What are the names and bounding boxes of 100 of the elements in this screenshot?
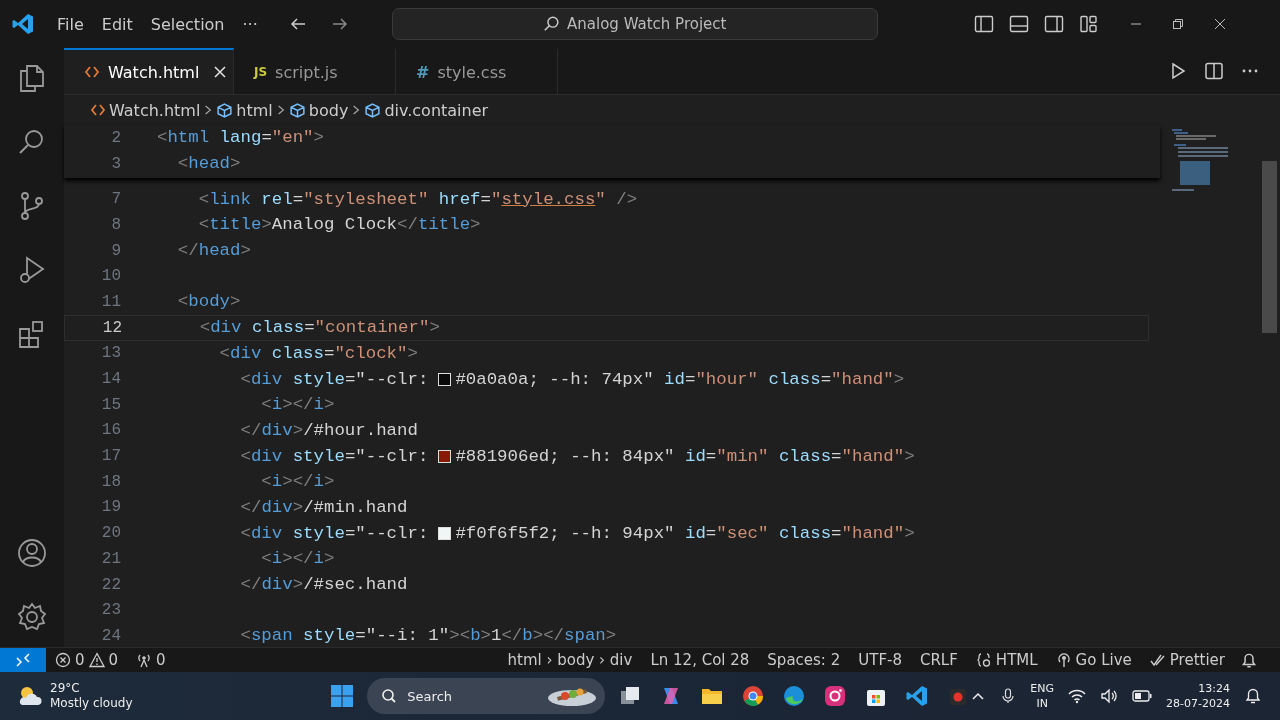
battery-icon[interactable]: [1132, 690, 1153, 702]
code-text: <i></i>: [260, 472, 335, 492]
status-item[interactable]: CRLF: [910, 651, 967, 669]
edge-icon[interactable]: [782, 684, 807, 708]
status-item[interactable]: UTF-8: [849, 651, 911, 669]
wifi-icon[interactable]: [1068, 688, 1087, 704]
scrollbar[interactable]: [1262, 161, 1277, 333]
instagram-icon[interactable]: [823, 684, 848, 708]
chevron-icon: [204, 103, 213, 117]
line-number: 21: [100, 549, 121, 568]
line-number: 23: [100, 601, 121, 620]
line-number: 24: [100, 626, 121, 645]
line-number: 9: [110, 241, 121, 260]
breadcrumb-item[interactable]: html: [216, 100, 273, 120]
cube-icon: [216, 101, 234, 119]
split-editor-icon[interactable]: [1204, 61, 1224, 81]
code-text: </head>: [176, 241, 251, 261]
secondary-sidebar-icon[interactable]: [1043, 14, 1064, 34]
code-text: <div style="--clr:: [239, 369, 429, 389]
notifications-icon[interactable]: [1240, 651, 1258, 669]
temperature: 29°C: [50, 681, 81, 696]
volume-icon[interactable]: [1100, 688, 1119, 704]
code-text: <div style="--clr:: [239, 523, 429, 543]
warning-icon: [88, 652, 105, 668]
code-text: </div>/#min.hand: [239, 497, 408, 517]
panel-toggle-icon[interactable]: [1008, 14, 1029, 34]
double-check-icon: [1149, 652, 1166, 668]
chrome-icon[interactable]: [741, 684, 766, 708]
code-text: <div style="--clr:: [239, 446, 429, 466]
color-swatch[interactable]: [438, 372, 452, 386]
line-number: 22: [100, 575, 121, 594]
start-icon[interactable]: [330, 684, 355, 708]
code-text: <html lang="en">: [157, 128, 324, 148]
element-path[interactable]: html › body › div: [498, 651, 642, 669]
line-number: 17: [100, 447, 121, 466]
input-language[interactable]: ENG IN: [1030, 681, 1055, 711]
code-text: <body>: [176, 292, 241, 312]
code-text: #881906ed; --h: 84px" id="min" class="hand">: [455, 446, 915, 466]
code-text: </div>/#hour.hand: [239, 420, 418, 440]
cube-icon: [364, 101, 382, 119]
cube-icon: [288, 101, 306, 119]
line-number: 8: [110, 215, 121, 234]
code-text: <title>Analog Clock</title>: [197, 215, 481, 235]
code-text: <div class="container">: [198, 318, 440, 338]
menu-item[interactable]: File: [49, 10, 92, 38]
editor-tab[interactable]: JS script.js: [234, 48, 396, 94]
taskbar-search-field[interactable]: Search: [367, 678, 606, 714]
command-search-field[interactable]: Analog Watch Project: [391, 8, 878, 40]
code-text: <i></i>: [260, 395, 335, 415]
code-brackets-icon: [84, 64, 100, 80]
color-swatch[interactable]: [438, 449, 452, 463]
line-number: 13: [100, 344, 121, 363]
problems-indicator[interactable]: 0 0: [46, 651, 128, 669]
close-icon[interactable]: [1212, 17, 1227, 31]
editor-tab[interactable]: Watch.html: [64, 48, 234, 94]
code-text: <head>: [176, 154, 241, 174]
layout-icon[interactable]: [1078, 14, 1099, 34]
remote-icon: [15, 652, 31, 668]
breadcrumb-item[interactable]: div.container: [364, 100, 489, 120]
ports-indicator[interactable]: 0: [127, 651, 175, 669]
code-brackets-icon: [90, 102, 106, 118]
status-item[interactable]: Spaces: 2: [758, 651, 850, 669]
code-text: <link rel="stylesheet" href="style.css" />: [197, 189, 638, 209]
color-swatch[interactable]: [438, 526, 452, 540]
clock[interactable]: 13:24 28-07-2024: [1166, 681, 1230, 711]
account-icon[interactable]: [16, 537, 48, 569]
notification-icon[interactable]: [1244, 687, 1262, 705]
settings-icon[interactable]: [16, 601, 48, 633]
menu-item[interactable]: ···: [234, 10, 266, 38]
breadcrumb-item[interactable]: body: [288, 100, 349, 120]
line-number: 7: [110, 190, 121, 209]
menu-item[interactable]: Selection: [142, 10, 233, 38]
line-number: 10: [100, 267, 121, 286]
antenna-icon: [136, 652, 153, 668]
sidebar-toggle-icon[interactable]: [973, 14, 994, 34]
broadcast-icon: [1055, 652, 1072, 668]
line-number: 12: [101, 318, 122, 337]
line-number: 2: [110, 128, 121, 147]
line-number: 15: [100, 395, 121, 414]
code-text: <span style="--i: 1"><b>1</b></span>: [239, 626, 617, 646]
microphone-icon[interactable]: [1000, 687, 1017, 705]
chevron-icon: [276, 103, 285, 117]
close-icon[interactable]: [213, 65, 228, 79]
search-icon: [381, 688, 398, 704]
go-live-button[interactable]: Go Live: [1046, 651, 1141, 669]
code-editor-icon[interactable]: [905, 684, 930, 708]
status-item[interactable]: Ln 12, Col 28: [641, 651, 759, 669]
line-number: 19: [100, 498, 121, 517]
prettier-status[interactable]: Prettier: [1140, 651, 1234, 669]
line-number: 14: [100, 370, 121, 389]
code-text: #0a0a0a; --h: 74px" id="hour" class="hand">: [455, 369, 905, 389]
breadcrumb-item[interactable]: Watch.html: [90, 100, 201, 120]
restore-icon[interactable]: [1170, 17, 1185, 31]
search-icon: [543, 15, 562, 33]
language-mode[interactable]: HTML: [966, 651, 1047, 669]
code-text: </div>/#sec.hand: [239, 575, 408, 595]
line-number: 20: [100, 524, 121, 543]
editor-tab[interactable]: # style.css: [396, 48, 558, 94]
menu-item[interactable]: Edit: [93, 10, 141, 38]
line-number: 16: [100, 421, 121, 440]
